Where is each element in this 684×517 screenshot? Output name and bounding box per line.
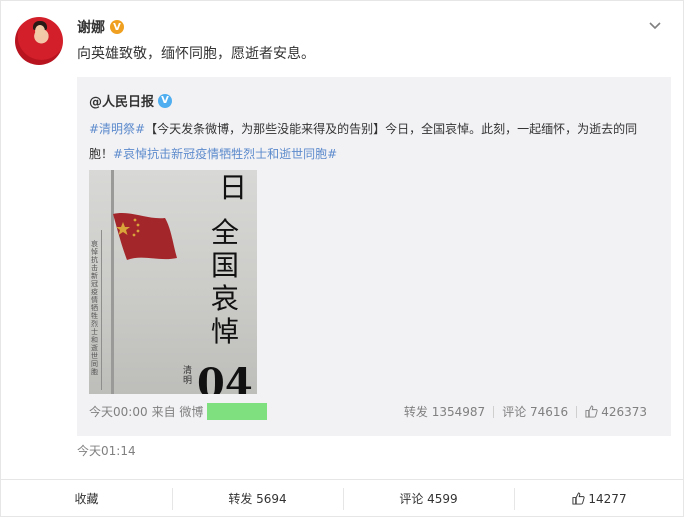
repost-text: #清明祭#【今天发条微博，为那些没能来得及的告别】今日，全国哀悼。此刻，一起缅怀…	[89, 117, 661, 167]
avatar[interactable]	[15, 17, 63, 65]
repost-from[interactable]: 来自 微博	[152, 403, 204, 420]
divider	[493, 405, 495, 418]
repost-count[interactable]: 转发 1354987	[404, 403, 485, 420]
repost-source[interactable]: @人民日报	[89, 91, 154, 110]
author-row: 谢娜 V	[77, 17, 124, 37]
poster-image[interactable]: 哀悼抗击新冠疫情牺牲烈士和逝世同胞 日 全国哀悼 清明 04	[89, 170, 257, 394]
like-button[interactable]: 14277	[514, 480, 684, 517]
repost-label: 转发 5694	[228, 492, 287, 506]
verified-badge-blue: V	[158, 93, 173, 108]
poster-caption: 哀悼抗击新冠疫情牺牲烈士和逝世同胞	[91, 240, 98, 376]
repost-box[interactable]: @人民日报 V #清明祭#【今天发条微博，为那些没能来得及的告别】今日，全国哀悼…	[77, 77, 671, 436]
verified-badge: V	[110, 20, 124, 34]
author-name[interactable]: 谢娜	[77, 17, 105, 37]
hashtag-link[interactable]: #哀悼抗击新冠疫情牺牲烈士和逝世同胞#	[113, 147, 337, 161]
chevron-down-icon[interactable]	[647, 17, 663, 33]
poster-number: 04	[197, 360, 253, 394]
comment-button[interactable]: 评论 4599	[343, 480, 514, 517]
flag-pole	[111, 170, 114, 394]
poster-caption-2: 清明	[183, 366, 193, 386]
repost-time[interactable]: 今天00:00	[89, 403, 148, 420]
repost-meta: 今天00:00 来自 微博	[89, 403, 268, 420]
favorite-label: 收藏	[74, 492, 99, 506]
like-count[interactable]: 426373	[601, 405, 647, 419]
like-label: 14277	[588, 491, 627, 506]
weibo-card: 谢娜 V 向英雄致敬，缅怀同胞，愿逝者安息。 @人民日报 V #清明祭#【今天发…	[0, 0, 684, 517]
comment-label: 评论 4599	[399, 492, 458, 506]
redacted-block	[207, 403, 268, 420]
hashtag-link[interactable]: #清明祭#	[89, 122, 145, 136]
repost-button[interactable]: 转发 5694	[172, 480, 343, 517]
avatar-face	[35, 25, 45, 37]
post-text: 向英雄致敬，缅怀同胞，愿逝者安息。	[77, 46, 315, 62]
poster-line	[101, 230, 102, 390]
thumbs-up-icon[interactable]	[585, 405, 598, 418]
action-bar: 收藏 转发 5694 评论 4599 14277	[1, 479, 684, 517]
repost-stats: 转发 1354987 评论 74616 426373	[404, 403, 647, 420]
poster-day-char: 日	[219, 171, 248, 204]
flag-icon	[113, 213, 177, 260]
poster-headline: 全国哀悼	[211, 216, 240, 348]
comment-count[interactable]: 评论 74616	[502, 403, 568, 420]
divider	[576, 405, 578, 418]
post-time[interactable]: 今天01:14	[77, 442, 136, 459]
favorite-button[interactable]: 收藏	[1, 480, 172, 517]
thumbs-up-icon	[572, 492, 586, 505]
repost-source-row: @人民日报 V	[89, 91, 173, 110]
